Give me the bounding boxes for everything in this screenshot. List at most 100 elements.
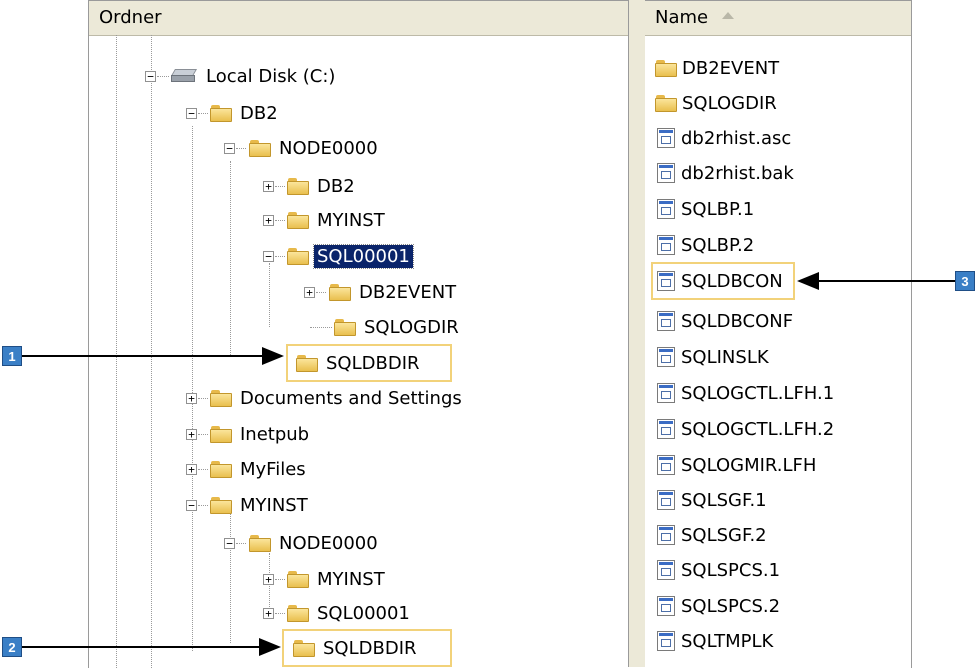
- file-name: SQLOGCTL.LFH.2: [681, 418, 835, 440]
- name-column-header[interactable]: Name: [645, 1, 911, 36]
- collapse-toggle[interactable]: −: [145, 71, 156, 82]
- file-name: DB2EVENT: [682, 57, 780, 79]
- expand-toggle[interactable]: +: [263, 574, 274, 585]
- tree-item-inetpub[interactable]: Inetpub: [210, 419, 312, 449]
- file-row[interactable]: DB2EVENT: [655, 53, 779, 83]
- tree-item-sqldbdir[interactable]: SQLDBDIR: [296, 348, 423, 378]
- file-row[interactable]: SQLTMPLK: [657, 626, 773, 656]
- file-row[interactable]: SQLOGMIR.LFH: [657, 450, 816, 480]
- tree-item-myinst-child[interactable]: MYINST: [287, 564, 388, 594]
- tree-item-label: Local Disk (C:): [206, 65, 336, 87]
- file-row[interactable]: SQLSPCS.2: [657, 591, 780, 621]
- file-row[interactable]: SQLOGCTL.LFH.1: [657, 378, 834, 408]
- file-icon: [657, 347, 675, 367]
- tree-item-myinst-root[interactable]: MYINST: [210, 490, 311, 520]
- file-icon: [657, 163, 675, 183]
- tree-item-sql00001[interactable]: SQL00001: [287, 241, 414, 271]
- file-icon: [657, 455, 675, 475]
- tree-item-node0000-myinst[interactable]: NODE0000: [249, 528, 381, 558]
- file-row[interactable]: SQLSGF.1: [657, 485, 767, 515]
- folder-icon: [249, 139, 271, 157]
- tree-item-documents-and-settings[interactable]: Documents and Settings: [210, 383, 465, 413]
- tree-item-sqldbdir-myinst[interactable]: SQLDBDIR: [293, 633, 420, 663]
- file-icon: [657, 596, 675, 616]
- arrow-1-line: [22, 355, 267, 357]
- collapse-toggle[interactable]: −: [224, 538, 235, 549]
- file-icon: [657, 490, 675, 510]
- tree-item-label: MyFiles: [240, 458, 306, 480]
- folder-icon: [293, 639, 315, 657]
- file-row[interactable]: SQLSPCS.1: [657, 555, 780, 585]
- file-name: db2rhist.bak: [681, 162, 794, 184]
- file-row[interactable]: SQLDBCON: [657, 266, 783, 296]
- collapse-toggle[interactable]: −: [224, 143, 235, 154]
- file-icon: [657, 631, 675, 651]
- folder-icon: [210, 104, 232, 122]
- file-icon: [657, 235, 675, 255]
- file-row[interactable]: SQLOGDIR: [655, 88, 777, 118]
- file-name: SQLOGMIR.LFH: [681, 454, 817, 476]
- tree-item-label: SQL00001: [313, 243, 414, 269]
- folder-icon: [287, 177, 309, 195]
- folder-icon: [655, 94, 677, 112]
- file-row[interactable]: SQLBP.2: [657, 230, 754, 260]
- tree-item-label: SQL00001: [317, 602, 410, 624]
- tree-item-local-disk[interactable]: Local Disk (C:): [170, 61, 338, 91]
- folder-icon: [655, 59, 677, 77]
- expand-toggle[interactable]: +: [186, 393, 197, 404]
- file-name: SQLOGCTL.LFH.1: [681, 382, 835, 404]
- tree-item-label: NODE0000: [279, 532, 378, 554]
- tree-item-label: MYINST: [317, 568, 385, 590]
- tree-item-sql00001-myinst[interactable]: SQL00001: [287, 598, 413, 628]
- tree-item-label: Documents and Settings: [240, 387, 462, 409]
- file-name: SQLDBCONF: [681, 310, 794, 332]
- file-icon: [657, 128, 675, 148]
- expand-toggle[interactable]: +: [263, 215, 274, 226]
- tree-item-label: DB2EVENT: [359, 281, 457, 303]
- collapse-toggle[interactable]: −: [263, 251, 274, 262]
- tree-item-label: MYINST: [317, 209, 385, 231]
- callout-3: 3: [955, 271, 975, 291]
- tree-item-label: MYINST: [240, 494, 308, 516]
- file-row[interactable]: SQLDBCONF: [657, 306, 793, 336]
- folder-icon: [296, 354, 318, 372]
- tree-item-myinst[interactable]: MYINST: [287, 205, 388, 235]
- file-row[interactable]: SQLBP.1: [657, 194, 754, 224]
- tree-item-label: DB2: [317, 175, 355, 197]
- file-name: SQLBP.1: [681, 198, 755, 220]
- file-row[interactable]: SQLOGCTL.LFH.2: [657, 414, 834, 444]
- callout-1: 1: [2, 346, 22, 366]
- file-row[interactable]: db2rhist.asc: [657, 123, 791, 153]
- sort-ascending-icon: [722, 11, 735, 19]
- callout-2: 2: [2, 637, 22, 657]
- expand-toggle[interactable]: +: [186, 429, 197, 440]
- expand-toggle[interactable]: +: [263, 608, 274, 619]
- pane-splitter[interactable]: [628, 0, 646, 667]
- tree-item-label: SQLDBDIR: [323, 637, 417, 659]
- collapse-toggle[interactable]: −: [186, 500, 197, 511]
- folder-icon: [287, 604, 309, 622]
- collapse-toggle[interactable]: −: [186, 108, 197, 119]
- tree-item-db2-child[interactable]: DB2: [287, 171, 358, 201]
- tree-item-myfiles[interactable]: MyFiles: [210, 454, 309, 484]
- folder-icon: [210, 496, 232, 514]
- folder-icon: [329, 283, 351, 301]
- arrow-3-line: [818, 280, 955, 282]
- file-row[interactable]: SQLSGF.2: [657, 520, 767, 550]
- folder-tree-pane: Ordner − Local Disk (C:) − DB2 − NODE000…: [88, 0, 629, 668]
- expand-toggle[interactable]: +: [304, 287, 315, 298]
- file-name: SQLOGDIR: [682, 92, 777, 114]
- file-row[interactable]: SQLINSLK: [657, 342, 769, 372]
- tree-item-db2event[interactable]: DB2EVENT: [329, 277, 459, 307]
- tree-item-node0000[interactable]: NODE0000: [249, 133, 381, 163]
- tree-item-db2[interactable]: DB2: [210, 98, 281, 128]
- name-column-label: Name: [655, 7, 709, 28]
- file-name: SQLSGF.1: [681, 489, 767, 511]
- tree-item-sqlogdir[interactable]: SQLOGDIR: [334, 312, 462, 342]
- expand-toggle[interactable]: +: [186, 464, 197, 475]
- expand-toggle[interactable]: +: [263, 181, 274, 192]
- file-icon: [657, 419, 675, 439]
- folder-pane-header[interactable]: Ordner: [89, 1, 629, 36]
- file-row[interactable]: db2rhist.bak: [657, 158, 794, 188]
- file-icon: [657, 525, 675, 545]
